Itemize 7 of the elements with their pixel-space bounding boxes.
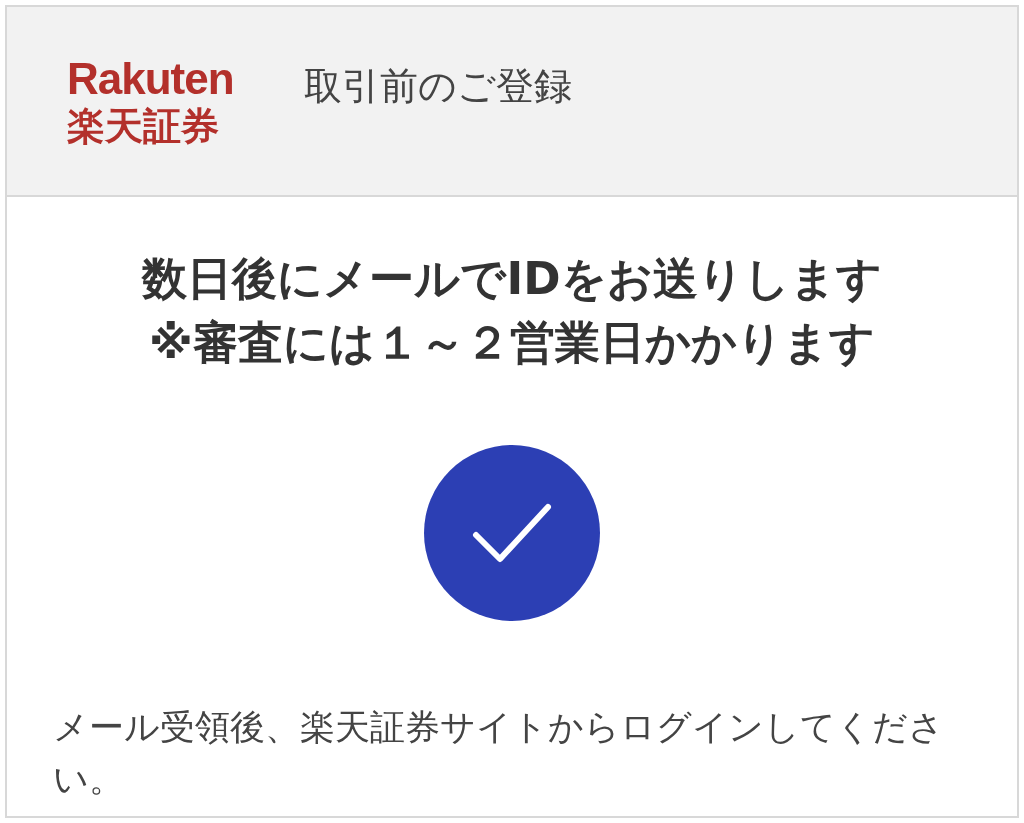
logo-subtext: 楽天証券 (67, 107, 219, 145)
logo-text: Rakuten (67, 57, 234, 101)
instruction-text: メール受領後、楽天証券サイトからログインしてください。 (53, 706, 945, 801)
check-circle-icon (424, 445, 600, 621)
heading-text: ※審査には１～２営業日かかります (149, 315, 875, 371)
heading-text: 数日後にメールでIDをお送りします (142, 251, 882, 307)
page-title: 取引前のご登録 (303, 62, 572, 110)
